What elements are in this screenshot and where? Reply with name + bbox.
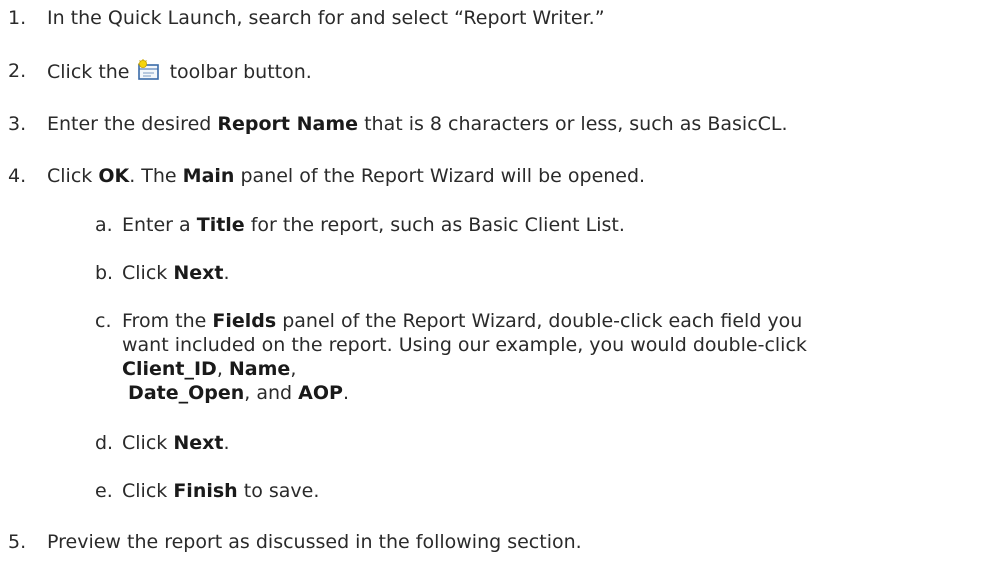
step-text: Preview the report as discussed in the f… — [47, 531, 582, 553]
step-text: want included on the report. Using our e… — [122, 334, 807, 356]
step-text: , — [290, 358, 297, 380]
step-text: . — [223, 432, 230, 454]
substep-letter: a. — [95, 214, 113, 236]
bold-term: Main — [182, 165, 235, 187]
bold-term: Name — [228, 358, 291, 380]
step-text: Click — [122, 262, 174, 284]
step-text: that is 8 characters or less, such as Ba… — [358, 113, 788, 135]
new-report-icon — [137, 59, 161, 81]
bold-term: Report Name — [217, 113, 359, 135]
bold-term: Finish — [173, 480, 238, 502]
step-text: toolbar button. — [169, 61, 312, 83]
step-text: panel of the Report Wizard will be opene… — [234, 165, 646, 187]
step-text: Enter a — [122, 214, 197, 236]
step-text: . — [342, 382, 349, 404]
step-text: , and — [244, 382, 299, 404]
bold-term: Fields — [212, 310, 277, 332]
instruction-page: { "steps": [ {"num": "1.", "parts": ["In… — [0, 0, 986, 583]
step-text: panel of the Report Wizard, double-click… — [276, 310, 803, 332]
step-text: Click — [47, 165, 99, 187]
step-number: 2. — [8, 60, 27, 82]
step-text: . The — [129, 165, 183, 187]
substep-letter: b. — [95, 262, 114, 284]
step-number: 3. — [8, 113, 27, 135]
step-text: for the report, such as Basic Client Lis… — [244, 214, 625, 236]
step-text: Click the — [47, 61, 130, 83]
substep-letter: d. — [95, 432, 114, 454]
bold-term: Client_ID — [122, 358, 217, 380]
step-text: Enter the desired — [47, 113, 218, 135]
step-text: Click — [122, 480, 174, 502]
bold-term: AOP — [298, 382, 343, 404]
substep-letter: e. — [95, 480, 113, 502]
bold-term: Date_Open — [128, 382, 245, 404]
step-number: 4. — [8, 165, 27, 187]
bold-term: Next — [173, 432, 224, 454]
step-text: to save. — [237, 480, 320, 502]
bold-term: OK — [98, 165, 130, 187]
step-text: Click — [122, 432, 174, 454]
bold-term: Title — [196, 214, 245, 236]
step-number: 1. — [8, 7, 27, 29]
step-text: In the Quick Launch, search for and sele… — [47, 7, 605, 29]
step-text: , — [216, 358, 229, 380]
step-text: From the — [122, 310, 213, 332]
step-number: 5. — [8, 531, 27, 553]
substep-letter: c. — [95, 310, 112, 332]
bold-term: Next — [173, 262, 224, 284]
step-text: . — [223, 262, 230, 284]
